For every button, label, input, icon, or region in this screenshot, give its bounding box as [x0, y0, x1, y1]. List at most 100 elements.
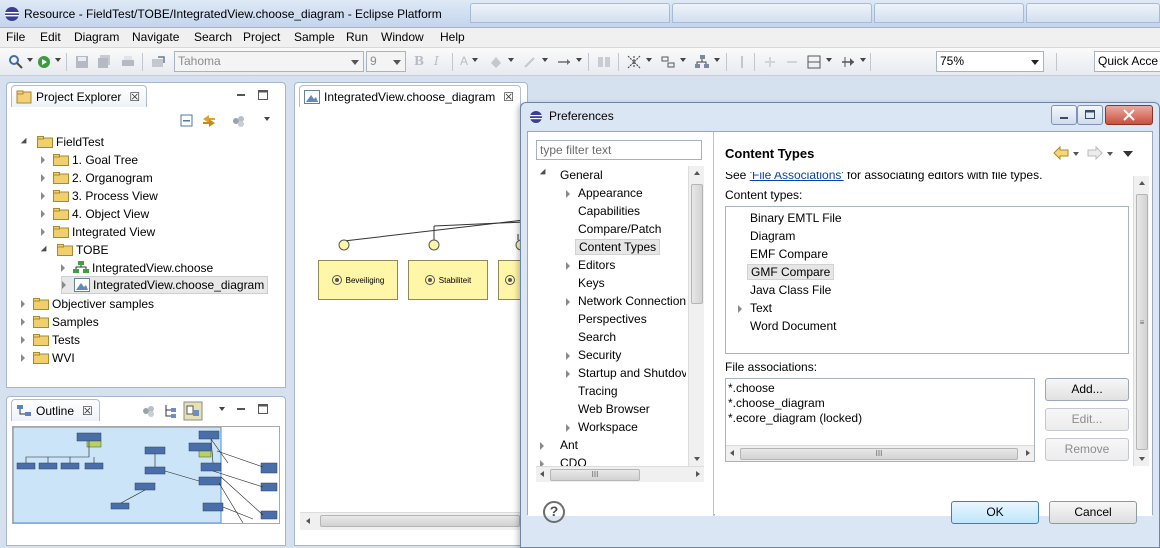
- zoom-out-icon[interactable]: [784, 54, 800, 70]
- edit-button[interactable]: Edit...: [1045, 408, 1129, 431]
- tree-item-tests[interactable]: Tests: [21, 331, 80, 349]
- chevron-down-icon[interactable]: [860, 58, 866, 62]
- tree-item-process-view[interactable]: 3. Process View: [41, 187, 158, 205]
- pref-item-tracing[interactable]: Tracing: [552, 382, 618, 400]
- chevron-right-icon[interactable]: [566, 262, 570, 270]
- zoom-select[interactable]: 75%: [936, 51, 1044, 72]
- tree-item-samples[interactable]: Samples: [21, 313, 99, 331]
- font-color-icon[interactable]: A: [460, 54, 468, 68]
- scroll-left-icon[interactable]: [540, 471, 544, 477]
- tree-item-tobe[interactable]: TOBE: [40, 241, 108, 259]
- fill-color-icon[interactable]: [488, 54, 504, 70]
- font-size-select[interactable]: 9: [366, 51, 406, 72]
- tab-diagram-editor[interactable]: IntegratedView.choose_diagram ☒: [299, 85, 521, 107]
- chevron-down-icon[interactable]: [542, 58, 548, 62]
- chevron-down-icon[interactable]: [826, 58, 832, 62]
- outline-overview-canvas[interactable]: [12, 426, 280, 524]
- menu-help[interactable]: Help: [440, 28, 465, 48]
- pref-item-ant[interactable]: Ant: [536, 436, 578, 454]
- chevron-right-icon[interactable]: [41, 192, 45, 200]
- ok-button[interactable]: OK: [951, 501, 1039, 524]
- pref-item-compare-patch[interactable]: Compare/Patch: [552, 220, 661, 238]
- chevron-down-icon[interactable]: [55, 58, 61, 62]
- chevron-right-icon[interactable]: [41, 156, 45, 164]
- chevron-right-icon[interactable]: [566, 298, 570, 306]
- chevron-right-icon[interactable]: [566, 370, 570, 378]
- pref-item-general[interactable]: General: [536, 166, 603, 184]
- file-associations-horizontal-scrollbar[interactable]: III: [726, 445, 1034, 461]
- maximize-icon[interactable]: [257, 403, 269, 415]
- chevron-down-icon[interactable]: [472, 58, 478, 62]
- chevron-right-icon[interactable]: [41, 210, 45, 218]
- add-button[interactable]: Add...: [1045, 378, 1129, 401]
- chevron-down-icon[interactable]: [27, 58, 33, 62]
- port-circle[interactable]: [338, 239, 350, 251]
- view-menu-icon[interactable]: [1123, 151, 1133, 157]
- filter-icon[interactable]: [231, 113, 247, 129]
- pref-item-appearance[interactable]: Appearance: [552, 184, 643, 202]
- chevron-down-icon[interactable]: [680, 58, 686, 62]
- scroll-down-icon[interactable]: [694, 457, 700, 461]
- diagram-node-beveiliging[interactable]: Beveiliging: [318, 260, 398, 300]
- scroll-up-icon[interactable]: [694, 171, 700, 175]
- remove-button[interactable]: Remove: [1045, 438, 1129, 461]
- chevron-down-icon[interactable]: [539, 168, 549, 178]
- menu-sample[interactable]: Sample: [294, 28, 335, 48]
- content-type-item[interactable]: EMF Compare: [750, 245, 828, 263]
- title-bar[interactable]: Resource - FieldTest/TOBE/IntegratedView…: [0, 0, 1160, 28]
- scrollbar-thumb[interactable]: [691, 184, 703, 304]
- pref-item-workspace[interactable]: Workspace: [552, 418, 638, 436]
- chevron-down-icon[interactable]: [20, 137, 30, 147]
- pref-item-web-browser[interactable]: Web Browser: [552, 400, 650, 418]
- scroll-up-icon[interactable]: [1139, 181, 1145, 185]
- minimize-button[interactable]: [1051, 105, 1077, 125]
- font-name-select[interactable]: Tahoma: [174, 51, 364, 72]
- save-icon[interactable]: [74, 54, 90, 70]
- view-menu-icon[interactable]: [219, 407, 225, 411]
- close-icon[interactable]: ☒: [503, 87, 514, 107]
- bring-front-icon[interactable]: [734, 54, 750, 70]
- run-icon[interactable]: [36, 54, 52, 70]
- scrollbar-thumb[interactable]: [320, 515, 520, 527]
- save-all-icon[interactable]: [96, 54, 112, 70]
- pref-item-security[interactable]: Security: [552, 346, 621, 364]
- chevron-right-icon[interactable]: [738, 305, 742, 313]
- tree-item-objectiver-samples[interactable]: Objectiver samples: [21, 295, 154, 313]
- scrollbar-thumb[interactable]: III: [740, 448, 1018, 460]
- collapse-all-icon[interactable]: [179, 113, 195, 129]
- search-icon[interactable]: [8, 54, 24, 70]
- chevron-down-icon[interactable]: [40, 245, 50, 255]
- tree-item-organogram[interactable]: 2. Organogram: [41, 169, 153, 187]
- chevron-right-icon[interactable]: [21, 354, 25, 362]
- cancel-button[interactable]: Cancel: [1049, 501, 1137, 524]
- tab-outline[interactable]: Outline ☒: [11, 399, 100, 421]
- content-types-tree[interactable]: Binary EMTL File Diagram EMF Compare GMF…: [725, 206, 1129, 354]
- chevron-right-icon[interactable]: [21, 336, 25, 344]
- tree-item-goal-tree[interactable]: 1. Goal Tree: [41, 151, 138, 169]
- chevron-down-icon[interactable]: [1073, 152, 1079, 156]
- italic-icon[interactable]: I: [434, 54, 439, 68]
- pref-item-search[interactable]: Search: [552, 328, 616, 346]
- line-color-icon[interactable]: [522, 54, 538, 70]
- editor-horizontal-scrollbar[interactable]: [300, 512, 524, 530]
- content-type-item[interactable]: Java Class File: [750, 281, 831, 299]
- pref-item-network-connection[interactable]: Network Connection: [552, 292, 686, 310]
- menu-edit[interactable]: Edit: [40, 28, 61, 48]
- content-type-item[interactable]: GMF Compare: [747, 263, 835, 281]
- layout-icon[interactable]: [806, 54, 822, 70]
- content-type-item[interactable]: Binary EMTL File: [750, 209, 842, 227]
- chevron-right-icon[interactable]: [41, 174, 45, 182]
- tree-item-wvi[interactable]: WVI: [21, 349, 75, 367]
- menu-run[interactable]: Run: [346, 28, 368, 48]
- close-icon[interactable]: ☒: [129, 87, 140, 107]
- view-menu-icon[interactable]: [264, 117, 270, 121]
- scroll-left-icon[interactable]: [730, 450, 734, 456]
- select-all-icon[interactable]: [596, 54, 612, 70]
- pref-item-editors[interactable]: Editors: [552, 256, 615, 274]
- file-association-item[interactable]: *.choose_diagram: [728, 396, 825, 411]
- forward-icon[interactable]: [1087, 146, 1103, 160]
- zoom-in-icon[interactable]: [762, 54, 778, 70]
- scroll-left-icon[interactable]: [306, 518, 310, 524]
- chevron-down-icon[interactable]: [714, 58, 720, 62]
- filter-input[interactable]: type filter text: [536, 140, 702, 160]
